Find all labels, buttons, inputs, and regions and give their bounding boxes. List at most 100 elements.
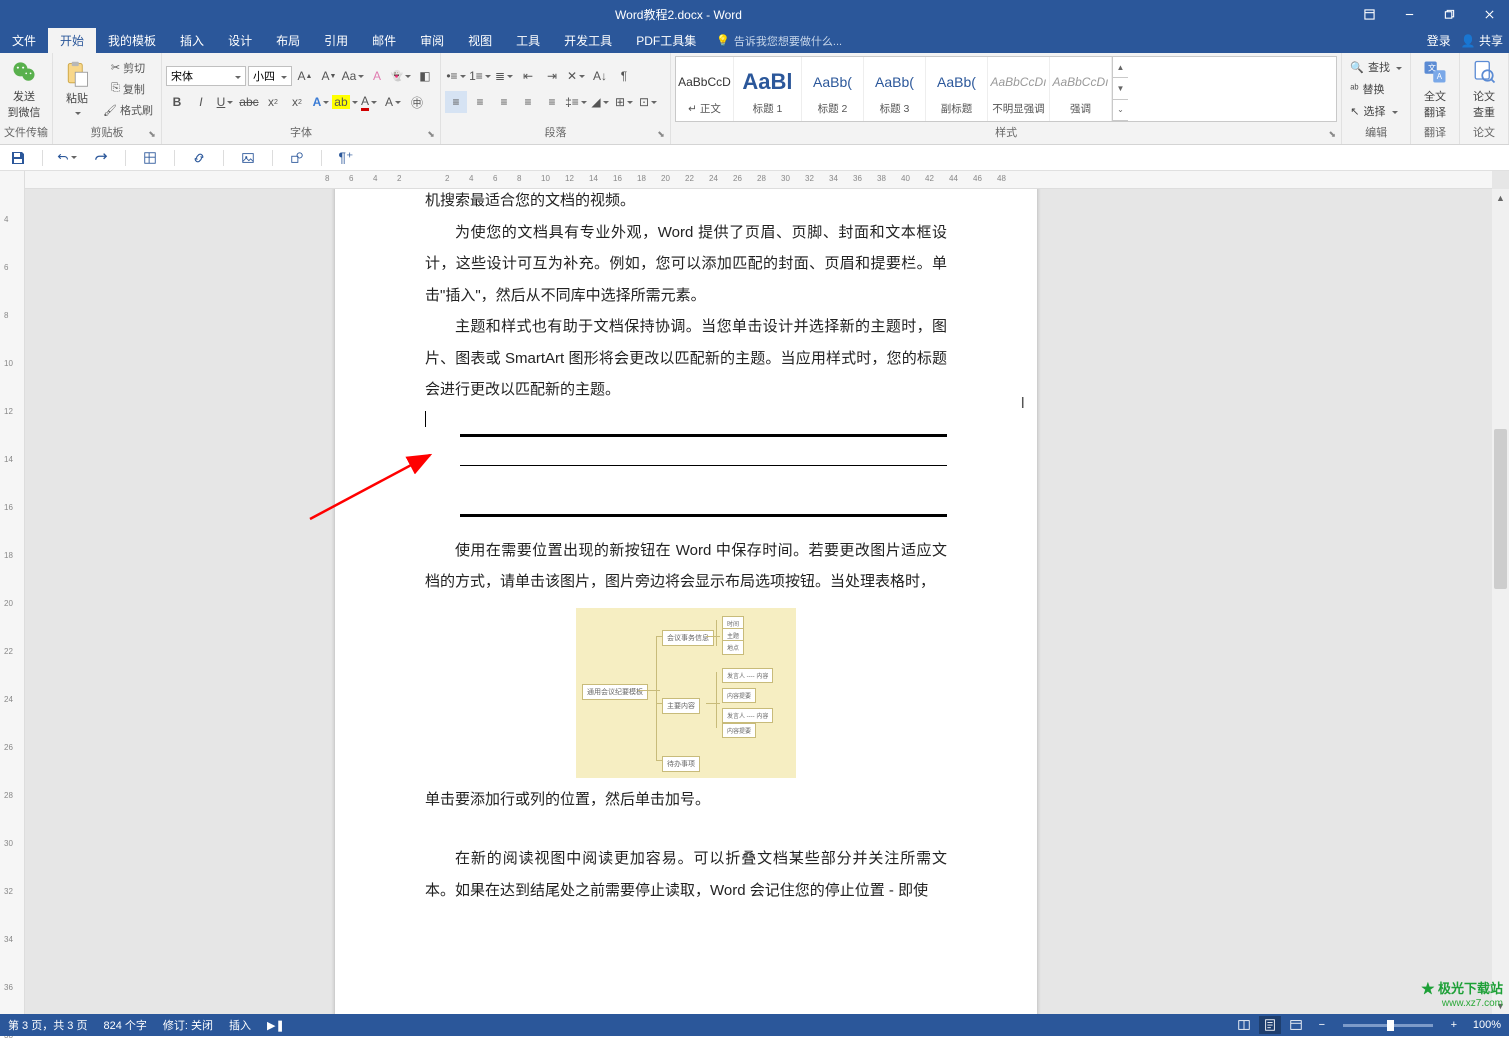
thesis-check-button[interactable]: 论文查重 <box>1464 56 1504 122</box>
save-button[interactable] <box>8 148 28 168</box>
qat-table-button[interactable] <box>140 148 160 168</box>
bullets-button[interactable]: •≡ <box>445 65 467 87</box>
send-to-wechat-button[interactable]: 发送到微信 <box>4 56 44 122</box>
style-subtle-emphasis[interactable]: AaBbCcDı不明显强调 <box>988 57 1050 121</box>
gallery-scroll[interactable]: ▲▼⌄ <box>1112 57 1128 121</box>
enclose-chars-button[interactable]: ㊥ <box>406 91 428 113</box>
phonetic-guide-button[interactable]: 👻 <box>390 65 412 87</box>
tab-my-templates[interactable]: 我的模板 <box>96 28 168 53</box>
style-heading2[interactable]: AaBb(标题 2 <box>802 57 864 121</box>
zoom-in-button[interactable]: + <box>1443 1016 1465 1034</box>
tab-home[interactable]: 开始 <box>48 28 96 53</box>
font-clean-button[interactable]: A <box>366 65 388 87</box>
align-center-button[interactable]: ≡ <box>469 91 491 113</box>
bold-button[interactable]: B <box>166 91 188 113</box>
tab-references[interactable]: 引用 <box>312 28 360 53</box>
tab-mailings[interactable]: 邮件 <box>360 28 408 53</box>
tab-review[interactable]: 审阅 <box>408 28 456 53</box>
style-normal[interactable]: AaBbCcD↵ 正文 <box>676 57 734 121</box>
document-page[interactable]: I 机搜索最适合您的文档的视频。 为使您的文档具有专业外观，Word 提供了页眉… <box>335 189 1037 1014</box>
tab-pdf-tools[interactable]: PDF工具集 <box>624 28 708 53</box>
doc-paragraph[interactable]: 为使您的文档具有专业外观，Word 提供了页眉、页脚、封面和文本框设计，这些设计… <box>425 217 947 312</box>
align-left-button[interactable]: ≡ <box>445 91 467 113</box>
document-canvas[interactable]: I 机搜索最适合您的文档的视频。 为使您的文档具有专业外观，Word 提供了页眉… <box>25 189 1492 1014</box>
redo-button[interactable] <box>91 148 111 168</box>
clear-formatting-button[interactable]: ◧ <box>414 65 436 87</box>
ribbon-display-options-icon[interactable] <box>1349 0 1389 28</box>
minimize-button[interactable] <box>1389 0 1429 28</box>
vertical-scrollbar[interactable]: ▲ ▼ <box>1492 189 1509 1014</box>
horizontal-rule-thick[interactable] <box>460 514 947 517</box>
doc-paragraph[interactable]: 在新的阅读视图中阅读更加容易。可以折叠文档某些部分并关注所需文本。如果在达到结尾… <box>425 843 947 906</box>
style-emphasis[interactable]: AaBbCcDı强调 <box>1050 57 1112 121</box>
snap-button[interactable]: ⊡ <box>637 91 659 113</box>
change-case-button[interactable]: Aa <box>342 65 364 87</box>
show-marks-button[interactable]: ¶ <box>613 65 635 87</box>
qat-paragraph-button[interactable]: ¶⁺ <box>336 148 356 168</box>
status-word-count[interactable]: 824 个字 <box>103 1017 146 1033</box>
line-spacing-button[interactable]: ‡≡ <box>565 91 587 113</box>
horizontal-rule-thin[interactable] <box>460 465 947 466</box>
cut-button[interactable]: ✂剪切 <box>99 58 157 77</box>
italic-button[interactable]: I <box>190 91 212 113</box>
login-link[interactable]: 登录 <box>1427 32 1451 49</box>
highlight-button[interactable]: ab <box>334 91 356 113</box>
font-color-button[interactable]: A <box>358 91 380 113</box>
restore-button[interactable] <box>1429 0 1469 28</box>
dialog-launcher-icon[interactable]: ⬊ <box>425 129 437 141</box>
align-justify-button[interactable]: ≡ <box>517 91 539 113</box>
sort-button[interactable]: A↓ <box>589 65 611 87</box>
tell-me-search[interactable]: 💡 告诉我您想要做什么... <box>708 28 850 53</box>
find-button[interactable]: 🔍查找 <box>1346 57 1406 77</box>
zoom-level[interactable]: 100% <box>1473 1019 1501 1031</box>
horizontal-rule-thick[interactable] <box>460 434 947 437</box>
horizontal-ruler[interactable]: 8642246810121416182022242628303234363840… <box>25 171 1492 189</box>
vertical-ruler[interactable]: 468101214161820222426283032343638 <box>0 171 25 1014</box>
view-print-layout-button[interactable] <box>1259 1016 1281 1034</box>
paste-button[interactable]: 粘贴 <box>57 56 97 122</box>
qat-link-button[interactable] <box>189 148 209 168</box>
undo-button[interactable] <box>57 148 77 168</box>
tab-design[interactable]: 设计 <box>216 28 264 53</box>
underline-button[interactable]: U <box>214 91 236 113</box>
tab-insert[interactable]: 插入 <box>168 28 216 53</box>
tab-layout[interactable]: 布局 <box>264 28 312 53</box>
shrink-font-button[interactable]: A▼ <box>318 65 340 87</box>
doc-paragraph[interactable]: 机搜索最适合您的文档的视频。 <box>425 189 947 217</box>
tab-view[interactable]: 视图 <box>456 28 504 53</box>
status-macro-icon[interactable]: ▶❚ <box>267 1019 285 1032</box>
scroll-down-icon[interactable]: ▼ <box>1492 997 1509 1014</box>
increase-indent-button[interactable]: ⇥ <box>541 65 563 87</box>
select-button[interactable]: ↖选择 <box>1346 101 1406 121</box>
borders-button[interactable]: ⊞ <box>613 91 635 113</box>
strikethrough-button[interactable]: abc <box>238 91 260 113</box>
replace-button[interactable]: ᵃᵇ替换 <box>1346 79 1406 99</box>
status-page[interactable]: 第 3 页，共 3 页 <box>8 1017 87 1033</box>
font-size-select[interactable]: 小四 <box>248 66 292 86</box>
subscript-button[interactable]: x2 <box>262 91 284 113</box>
doc-paragraph[interactable]: 单击要添加行或列的位置，然后单击加号。 <box>425 784 947 816</box>
numbering-button[interactable]: 1≡ <box>469 65 491 87</box>
share-button[interactable]: 👤 共享 <box>1461 32 1503 49</box>
char-shading-button[interactable]: A <box>382 91 404 113</box>
asian-layout-button[interactable]: ✕ <box>565 65 587 87</box>
decrease-indent-button[interactable]: ⇤ <box>517 65 539 87</box>
format-painter-button[interactable]: 🖌格式刷 <box>99 101 157 120</box>
status-track-changes[interactable]: 修订: 关闭 <box>163 1017 213 1033</box>
scrollbar-thumb[interactable] <box>1494 429 1507 589</box>
dialog-launcher-icon[interactable]: ⬊ <box>655 129 667 141</box>
style-subtitle[interactable]: AaBb(副标题 <box>926 57 988 121</box>
font-family-select[interactable]: 宋体 <box>166 66 246 86</box>
style-heading3[interactable]: AaBb(标题 3 <box>864 57 926 121</box>
view-read-mode-button[interactable] <box>1233 1016 1255 1034</box>
grow-font-button[interactable]: A▲ <box>294 65 316 87</box>
doc-paragraph[interactable]: 主题和样式也有助于文档保持协调。当您单击设计并选择新的主题时，图片、图表或 Sm… <box>425 311 947 406</box>
copy-button[interactable]: ⎘复制 <box>99 79 157 98</box>
status-insert-mode[interactable]: 插入 <box>229 1017 251 1033</box>
tab-tools[interactable]: 工具 <box>504 28 552 53</box>
tab-file[interactable]: 文件 <box>0 28 48 53</box>
tab-devtools[interactable]: 开发工具 <box>552 28 624 53</box>
zoom-out-button[interactable]: − <box>1311 1016 1333 1034</box>
doc-paragraph[interactable]: 使用在需要位置出现的新按钮在 Word 中保存时间。若要更改图片适应文档的方式，… <box>425 535 947 598</box>
qat-picture-button[interactable] <box>238 148 258 168</box>
